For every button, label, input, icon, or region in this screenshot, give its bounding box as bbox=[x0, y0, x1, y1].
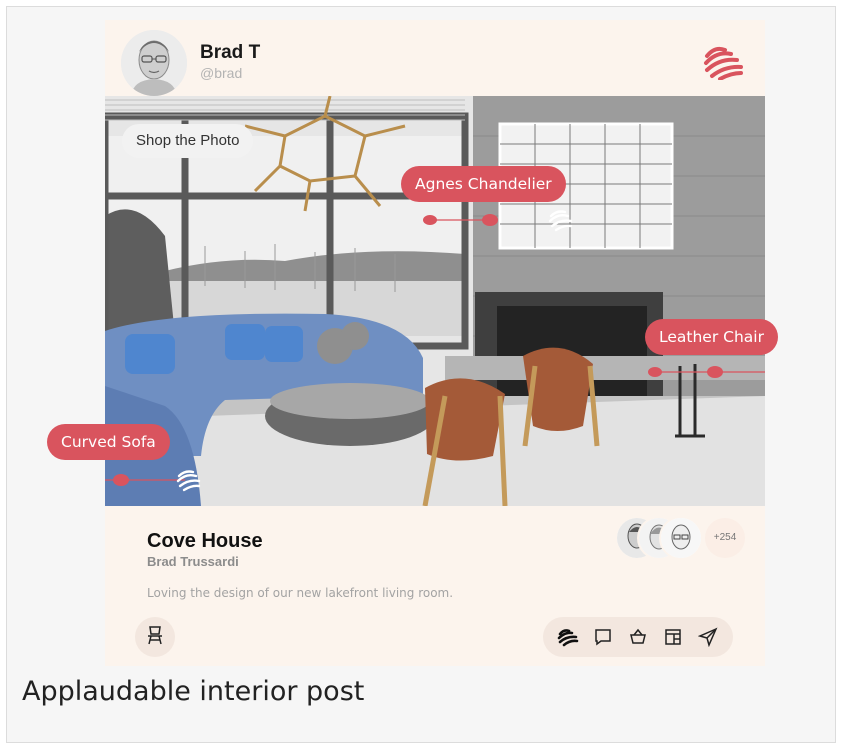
tag-leather-chair[interactable]: Leather Chair bbox=[645, 319, 778, 355]
chair-icon bbox=[146, 625, 164, 649]
page-caption: Applaudable interior post bbox=[22, 676, 365, 707]
tag-curved-sofa[interactable]: Curved Sofa bbox=[47, 424, 170, 460]
post-card: Brad T @brad Shop the Photo Agnes Chande… bbox=[47, 20, 778, 666]
shop-the-photo-button[interactable]: Shop the Photo bbox=[122, 124, 254, 158]
post-author[interactable]: Brad Trussardi bbox=[147, 554, 239, 569]
save-board-icon[interactable] bbox=[660, 624, 686, 650]
post-title: Cove House bbox=[147, 530, 263, 552]
post-caption: Loving the design of our new lakefront l… bbox=[147, 586, 454, 600]
applaud-icon[interactable] bbox=[555, 624, 581, 650]
send-icon[interactable] bbox=[695, 624, 721, 650]
collaborators-more-count[interactable]: +254 bbox=[705, 518, 745, 558]
collaborators[interactable]: +254 bbox=[615, 516, 745, 562]
chair-button[interactable] bbox=[135, 617, 175, 657]
tag-markers bbox=[105, 210, 765, 492]
action-bar bbox=[543, 617, 733, 657]
collaborator-avatar[interactable] bbox=[659, 516, 703, 560]
comment-icon[interactable] bbox=[590, 624, 616, 650]
basket-icon[interactable] bbox=[625, 624, 651, 650]
tag-agnes-chandelier[interactable]: Agnes Chandelier bbox=[401, 166, 566, 202]
